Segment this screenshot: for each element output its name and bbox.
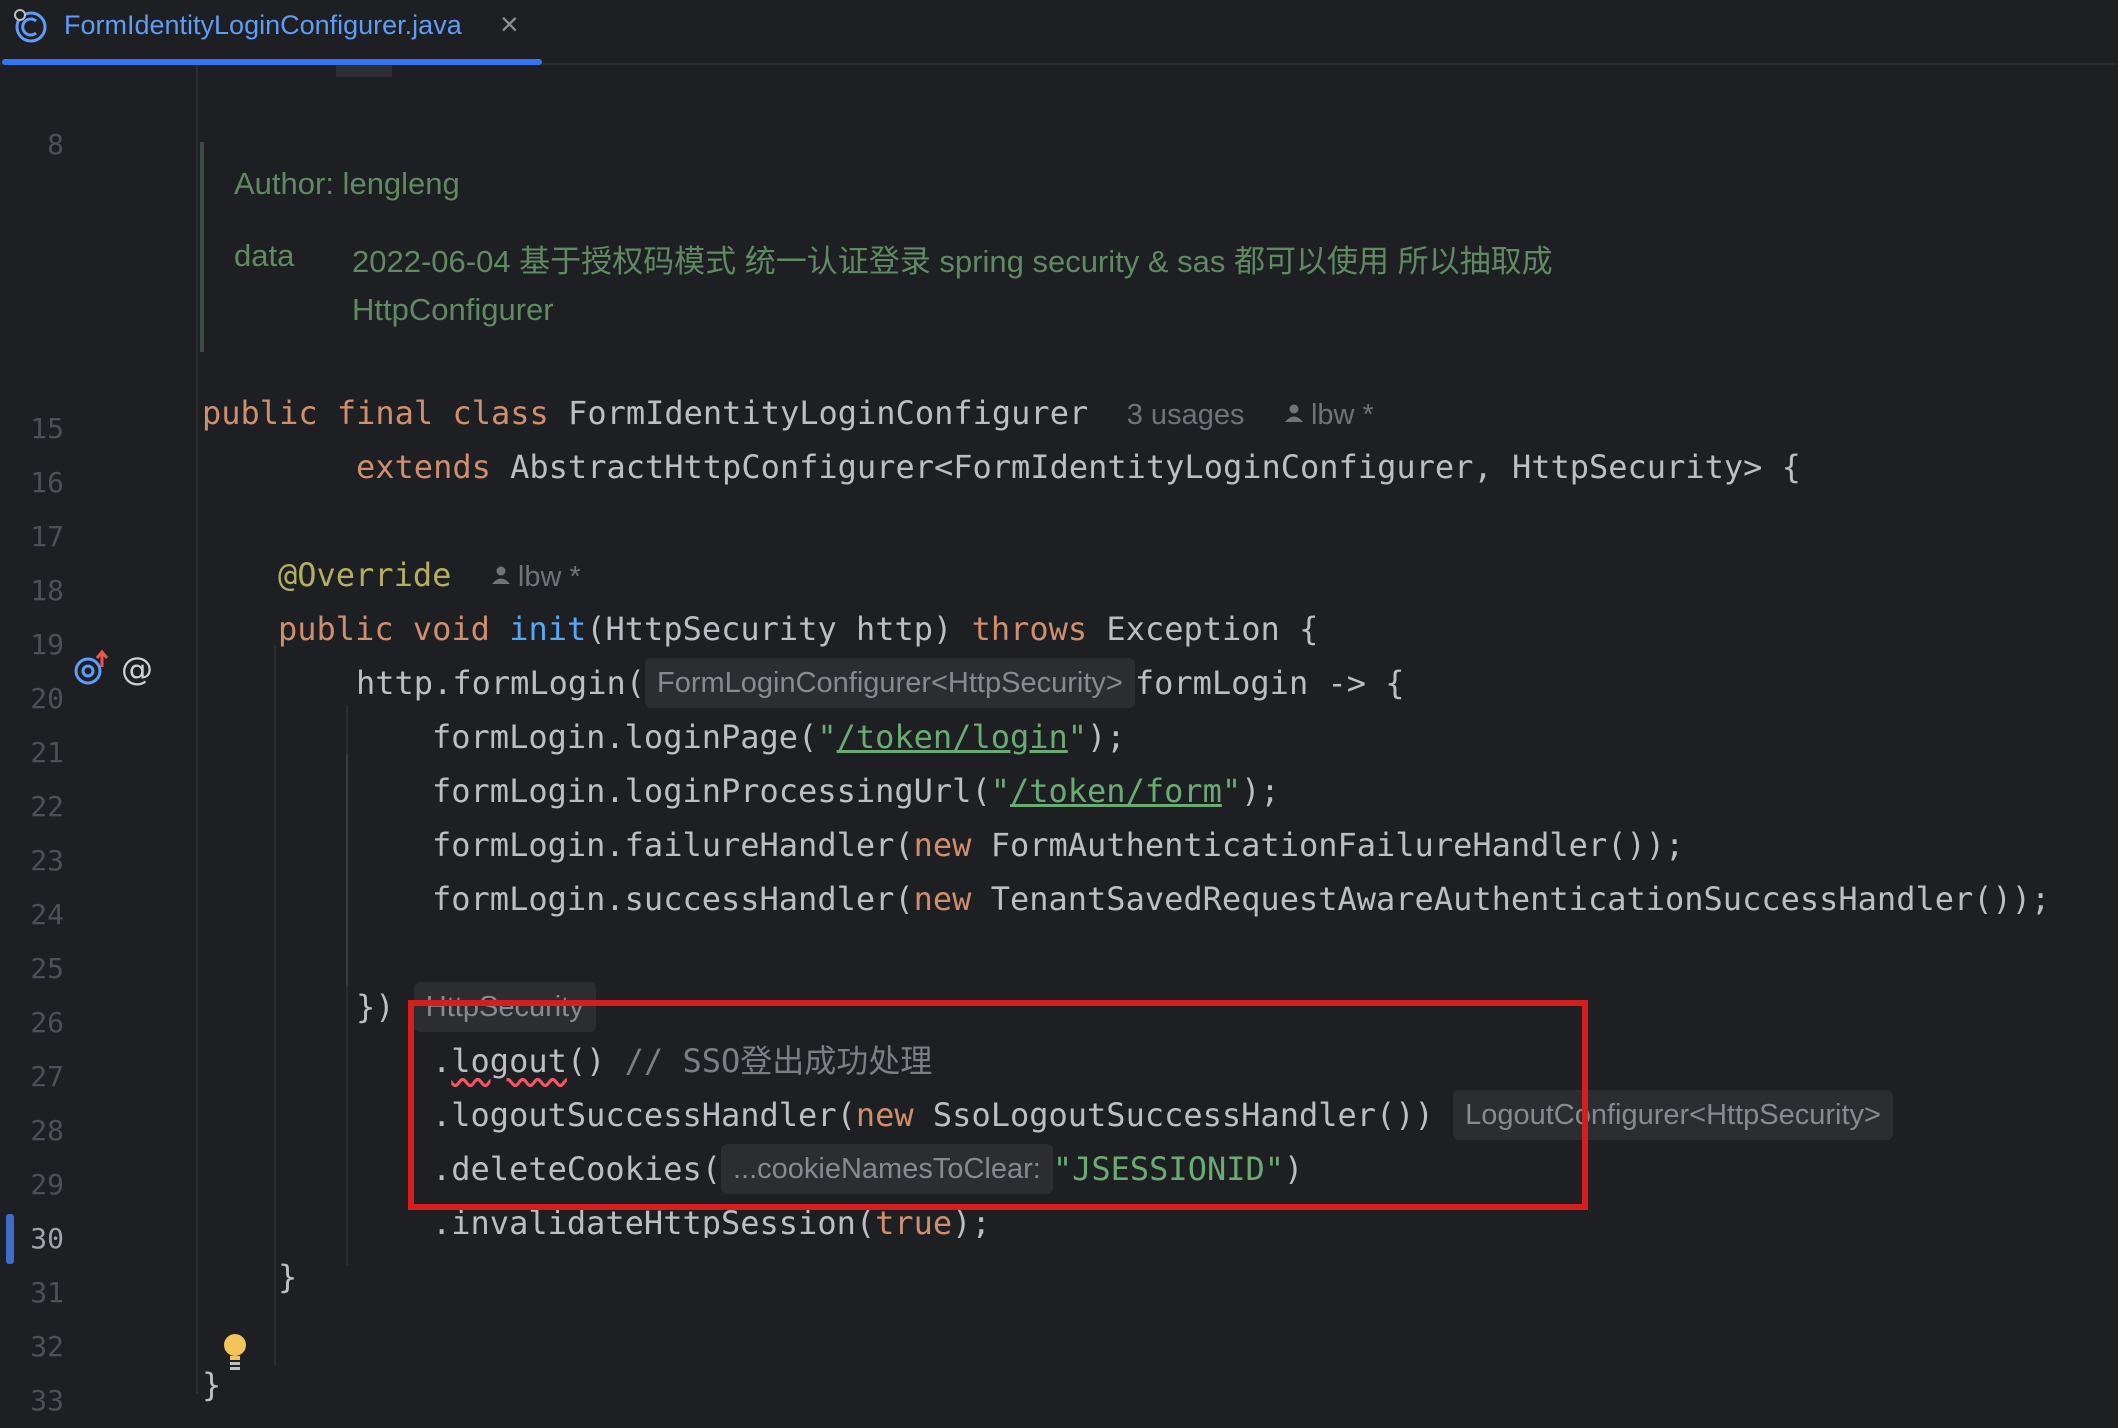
line-number: 23 bbox=[30, 844, 64, 877]
line-number: 16 bbox=[30, 466, 64, 499]
code-line-33: } bbox=[202, 1366, 222, 1404]
type-hint[interactable]: FormLoginConfigurer<HttpSecurity> bbox=[644, 658, 1135, 708]
line-number: 21 bbox=[30, 736, 64, 769]
annotation-highlight-box bbox=[408, 1000, 1588, 1210]
code-line-18: @Override lbw * bbox=[278, 556, 581, 594]
line-number: 28 bbox=[30, 1114, 64, 1147]
close-icon[interactable]: × bbox=[500, 6, 519, 43]
line-number: 25 bbox=[30, 952, 64, 985]
vcs-change-marker[interactable] bbox=[6, 1214, 14, 1264]
gutter-icons-line-19: @ bbox=[72, 649, 162, 689]
line-number: 20 bbox=[30, 682, 64, 715]
code-line-31: } bbox=[278, 1258, 298, 1296]
code-line-20: http.formLogin(FormLoginConfigurer<HttpS… bbox=[356, 656, 1405, 710]
indent-guide bbox=[346, 755, 348, 985]
code-line-15: public final class FormIdentityLoginConf… bbox=[202, 394, 1374, 432]
url-link[interactable]: /token/login bbox=[837, 718, 1068, 756]
code-line-23: formLogin.failureHandler(new FormAuthent… bbox=[432, 826, 1685, 864]
tab-form-identity-login-configurer[interactable]: FormIdentityLoginConfigurer.java × bbox=[0, 0, 542, 65]
lightbulb-icon[interactable] bbox=[222, 1332, 248, 1372]
user-icon bbox=[1284, 404, 1303, 422]
indent-guide bbox=[274, 645, 276, 1365]
code-line-22: formLogin.loginProcessingUrl("/token/for… bbox=[432, 772, 1280, 810]
fold-marker bbox=[336, 65, 392, 77]
tab-label: FormIdentityLoginConfigurer.java bbox=[64, 10, 462, 40]
line-number: 8 bbox=[47, 128, 64, 161]
code-line-21: formLogin.loginPage("/token/login"); bbox=[432, 718, 1126, 756]
line-number: 31 bbox=[30, 1276, 64, 1309]
line-number: 32 bbox=[30, 1330, 64, 1363]
line-number: 24 bbox=[30, 898, 64, 931]
line-number: 27 bbox=[30, 1060, 64, 1093]
annotation-at-icon[interactable]: @ bbox=[118, 649, 158, 689]
svg-text:@: @ bbox=[121, 650, 153, 688]
override-method-icon[interactable] bbox=[72, 649, 112, 689]
line-number: 18 bbox=[30, 574, 64, 607]
line-number: 22 bbox=[30, 790, 64, 823]
usages-hint[interactable]: 3 usages bbox=[1127, 399, 1245, 431]
code-line-24: formLogin.successHandler(new TenantSaved… bbox=[432, 880, 2051, 918]
line-number: 15 bbox=[30, 412, 64, 445]
code-line-16: extends AbstractHttpConfigurer<FormIdent… bbox=[356, 448, 1801, 486]
line-number: 26 bbox=[30, 1006, 64, 1039]
line-number: 19 bbox=[30, 628, 64, 661]
user-icon bbox=[491, 566, 510, 584]
java-class-icon bbox=[14, 9, 47, 43]
line-number-gutter[interactable]: 8 15 16 17 18 19 20 21 22 23 24 25 26 27… bbox=[0, 65, 196, 1417]
code-author-hint[interactable]: lbw * bbox=[518, 561, 581, 593]
line-number: 29 bbox=[30, 1168, 64, 1201]
editor-tab-bar: FormIdentityLoginConfigurer.java × bbox=[0, 0, 2118, 65]
url-link[interactable]: /token/form bbox=[1010, 772, 1222, 810]
code-line-19: public void init(HttpSecurity http) thro… bbox=[278, 610, 1319, 648]
line-number: 33 bbox=[30, 1384, 64, 1417]
code-author-hint[interactable]: lbw * bbox=[1311, 399, 1374, 431]
line-number: 17 bbox=[30, 520, 64, 553]
